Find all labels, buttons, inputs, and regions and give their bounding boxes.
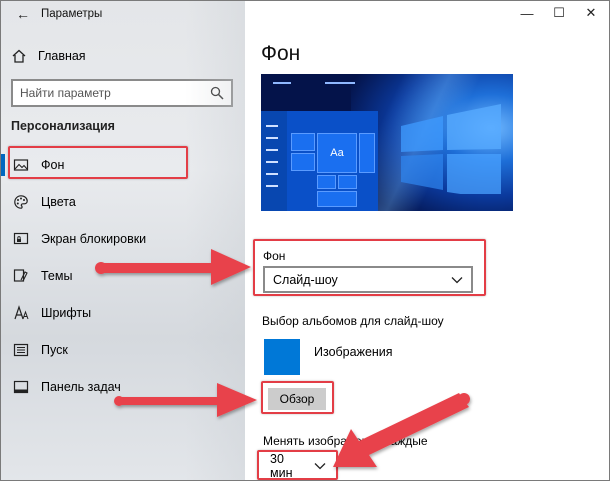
sidebar-item-label: Шрифты <box>41 305 92 320</box>
section-title: Персонализация <box>11 119 115 133</box>
taskbar-icon <box>13 379 29 395</box>
app-title: Параметры <box>41 8 103 20</box>
font-icon <box>13 304 29 321</box>
change-interval-label: Менять изображение каждые <box>263 434 428 448</box>
sidebar-item-label: Главная <box>38 49 86 63</box>
sidebar-item-home[interactable]: Главная <box>11 45 86 67</box>
sidebar-item-fonts[interactable]: Шрифты <box>1 294 245 331</box>
album-thumbnail <box>264 339 300 375</box>
preview-tile <box>291 133 315 151</box>
sidebar-item-lock-screen[interactable]: Экран блокировки <box>1 220 245 257</box>
annotation-highlight-background-select <box>253 239 486 296</box>
preview-tile <box>317 191 357 207</box>
sidebar-item-start[interactable]: Пуск <box>1 331 245 368</box>
search-placeholder: Найти параметр <box>20 86 111 100</box>
sidebar-item-label: Цвета <box>41 194 76 209</box>
sidebar-item-label: Экран блокировки <box>41 231 147 246</box>
sidebar-item-label: Темы <box>41 268 73 283</box>
sidebar-item-label: Панель задач <box>41 379 121 394</box>
sidebar: ← Параметры Главная Найти параметр Персо… <box>1 1 245 480</box>
annotation-highlight-interval <box>257 450 338 480</box>
search-input[interactable]: Найти параметр <box>11 79 233 107</box>
preview-tile <box>359 133 375 173</box>
search-icon[interactable] <box>210 86 224 100</box>
annotation-highlight-browse <box>261 381 334 414</box>
themes-icon <box>13 268 29 284</box>
sidebar-item-taskbar[interactable]: Панель задач <box>1 368 245 405</box>
palette-icon <box>13 194 29 210</box>
page-title: Фон <box>261 42 301 65</box>
windows-logo-graphic <box>401 104 501 194</box>
sidebar-item-colors[interactable]: Цвета <box>1 183 245 220</box>
sidebar-item-themes[interactable]: Темы <box>1 257 245 294</box>
main-content: — ☐ ✕ Фон Aa Фон Слайд-шоу Выбор альбомо… <box>245 1 609 480</box>
background-preview: Aa <box>261 74 513 211</box>
preview-start-rail <box>261 111 287 211</box>
preview-ribbon <box>325 82 355 84</box>
album-name: Изображения <box>314 345 393 359</box>
annotation-highlight-background-item <box>8 146 188 179</box>
back-button[interactable]: ← <box>13 5 33 23</box>
preview-tile-aa: Aa <box>317 133 357 173</box>
lock-screen-icon <box>13 231 29 247</box>
preview-tile <box>338 175 357 189</box>
close-button[interactable]: ✕ <box>575 1 607 25</box>
sidebar-item-label: Пуск <box>41 342 68 357</box>
home-icon <box>11 48 27 64</box>
window-controls: — ☐ ✕ <box>511 1 607 25</box>
start-icon <box>13 342 29 358</box>
settings-window: ← Параметры Главная Найти параметр Персо… <box>0 0 610 481</box>
sidebar-nav: Фон Цвета Экран блокировки Темы Шрифты П… <box>1 146 245 405</box>
album-item[interactable]: Изображения <box>264 337 582 377</box>
preview-tile <box>317 175 336 189</box>
preview-ribbon <box>273 82 291 84</box>
maximize-button[interactable]: ☐ <box>543 1 575 25</box>
preview-start-menu: Aa <box>261 111 378 211</box>
preview-tile <box>291 153 315 171</box>
albums-label: Выбор альбомов для слайд-шоу <box>262 314 444 328</box>
minimize-button[interactable]: — <box>511 1 543 25</box>
